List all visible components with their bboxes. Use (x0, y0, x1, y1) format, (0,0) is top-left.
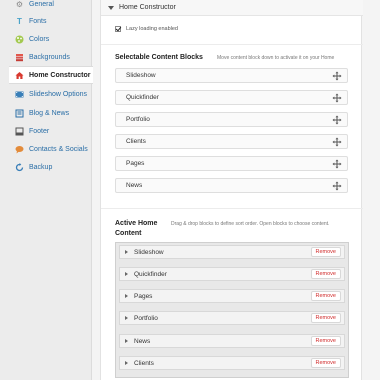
block-label: Slideshow (126, 72, 156, 79)
backup-icon (15, 162, 24, 172)
gear-icon: ⚙ (15, 0, 24, 9)
block-label: News (134, 337, 151, 345)
fonts-icon: T (17, 16, 22, 26)
sidebar-item-label: Home Constructor (29, 71, 91, 79)
remove-button[interactable]: Remove (310, 247, 341, 257)
block-label: News (126, 182, 143, 189)
sidebar-item-home-constructor[interactable]: Home Constructor (9, 66, 93, 84)
chat-icon (15, 145, 24, 154)
move-icon[interactable] (332, 159, 342, 169)
active-content-description: Drag & drop blocks to define sort order.… (171, 221, 330, 227)
block-label: Clients (134, 359, 154, 367)
remove-button[interactable]: Remove (310, 313, 341, 323)
selectable-block[interactable]: Pages (115, 156, 348, 171)
main-panel: Home Constructor Lazy loading enabled Se… (100, 0, 363, 380)
section-title: Home Constructor (119, 4, 176, 11)
selectable-block[interactable]: Quickfinder (115, 90, 348, 105)
expand-triangle-icon[interactable] (125, 339, 128, 343)
remove-button[interactable]: Remove (310, 358, 341, 368)
block-label: Clients (126, 138, 146, 145)
sidebar-item-fonts[interactable]: T Fonts (9, 12, 92, 30)
blog-icon (15, 109, 24, 118)
collapse-triangle-icon (108, 5, 114, 10)
remove-button[interactable]: Remove (310, 269, 341, 279)
block-label: Portfolio (126, 116, 150, 123)
sidebar-item-backup[interactable]: Backup (9, 158, 92, 176)
sidebar-item-label: Blog & News (29, 109, 70, 117)
active-block[interactable]: Clients Remove (119, 356, 345, 370)
sidebar-item-blog-news[interactable]: Blog & News (9, 104, 92, 122)
divider (101, 208, 363, 209)
sidebar-item-label: Backgrounds (29, 53, 70, 61)
active-content-title-line1: Active Home (115, 220, 158, 227)
sidebar-item-label: Slideshow Options (29, 90, 87, 98)
selectable-block[interactable]: News (115, 178, 348, 193)
active-content-list[interactable]: Slideshow Remove Quickfinder Remove Page… (115, 242, 349, 378)
active-block[interactable]: Quickfinder Remove (119, 267, 345, 281)
sidebar-item-label: Colors (29, 35, 50, 43)
selectable-blocks-title: Selectable Content Blocks (115, 54, 203, 61)
footer-icon (15, 127, 24, 136)
selectable-block[interactable]: Portfolio (115, 112, 348, 127)
expand-triangle-icon[interactable] (125, 250, 128, 254)
section-header[interactable]: Home Constructor (101, 0, 363, 16)
expand-triangle-icon[interactable] (125, 361, 128, 365)
active-content-title: Active Home Content (115, 219, 157, 239)
remove-button[interactable]: Remove (310, 336, 341, 346)
sidebar-item-label: Contacts & Socials (29, 145, 88, 153)
selectable-blocks-description: Move content block down to activate it o… (217, 55, 335, 61)
sidebar-item-label: Backup (29, 163, 53, 171)
home-constructor-icon (15, 71, 24, 80)
remove-button[interactable]: Remove (310, 291, 341, 301)
block-label: Pages (126, 160, 145, 167)
active-content-title-line2: Content (115, 230, 142, 237)
block-label: Portfolio (134, 314, 158, 322)
lazy-loading-checkbox[interactable] (115, 26, 121, 32)
active-block[interactable]: News Remove (119, 334, 345, 348)
move-icon[interactable] (332, 93, 342, 103)
lazy-loading-label: Lazy loading enabled (126, 26, 178, 32)
palette-icon (15, 35, 24, 44)
move-icon[interactable] (332, 181, 342, 191)
block-label: Pages (134, 292, 153, 300)
selectable-block[interactable]: Slideshow (115, 68, 348, 83)
sidebar-item-contacts-socials[interactable]: Contacts & Socials (9, 140, 92, 158)
sidebar: ⚙ General T Fonts Colors Backgrounds Hom… (0, 0, 93, 380)
layers-icon (15, 53, 24, 62)
block-label: Quickfinder (126, 94, 159, 101)
sidebar-item-backgrounds[interactable]: Backgrounds (9, 48, 92, 66)
sidebar-item-footer[interactable]: Footer (9, 122, 92, 140)
block-label: Slideshow (134, 248, 164, 256)
sidebar-item-slideshow-options[interactable]: Slideshow Options (9, 85, 92, 103)
lazy-loading-option[interactable]: Lazy loading enabled (115, 24, 178, 34)
film-icon (15, 90, 24, 99)
move-icon[interactable] (332, 71, 342, 81)
sidebar-item-label: Fonts (29, 17, 47, 25)
active-block[interactable]: Portfolio Remove (119, 311, 345, 325)
active-block[interactable]: Slideshow Remove (119, 245, 345, 259)
sidebar-item-label: Footer (29, 127, 50, 135)
active-block[interactable]: Pages Remove (119, 289, 345, 303)
move-icon[interactable] (332, 115, 342, 125)
move-icon[interactable] (332, 137, 342, 147)
sidebar-item-colors[interactable]: Colors (9, 30, 92, 48)
block-label: Quickfinder (134, 270, 167, 278)
expand-triangle-icon[interactable] (125, 272, 128, 276)
divider (101, 44, 363, 45)
selectable-block[interactable]: Clients (115, 134, 348, 149)
expand-triangle-icon[interactable] (125, 316, 128, 320)
sidebar-item-label: General (29, 0, 54, 8)
expand-triangle-icon[interactable] (125, 294, 128, 298)
